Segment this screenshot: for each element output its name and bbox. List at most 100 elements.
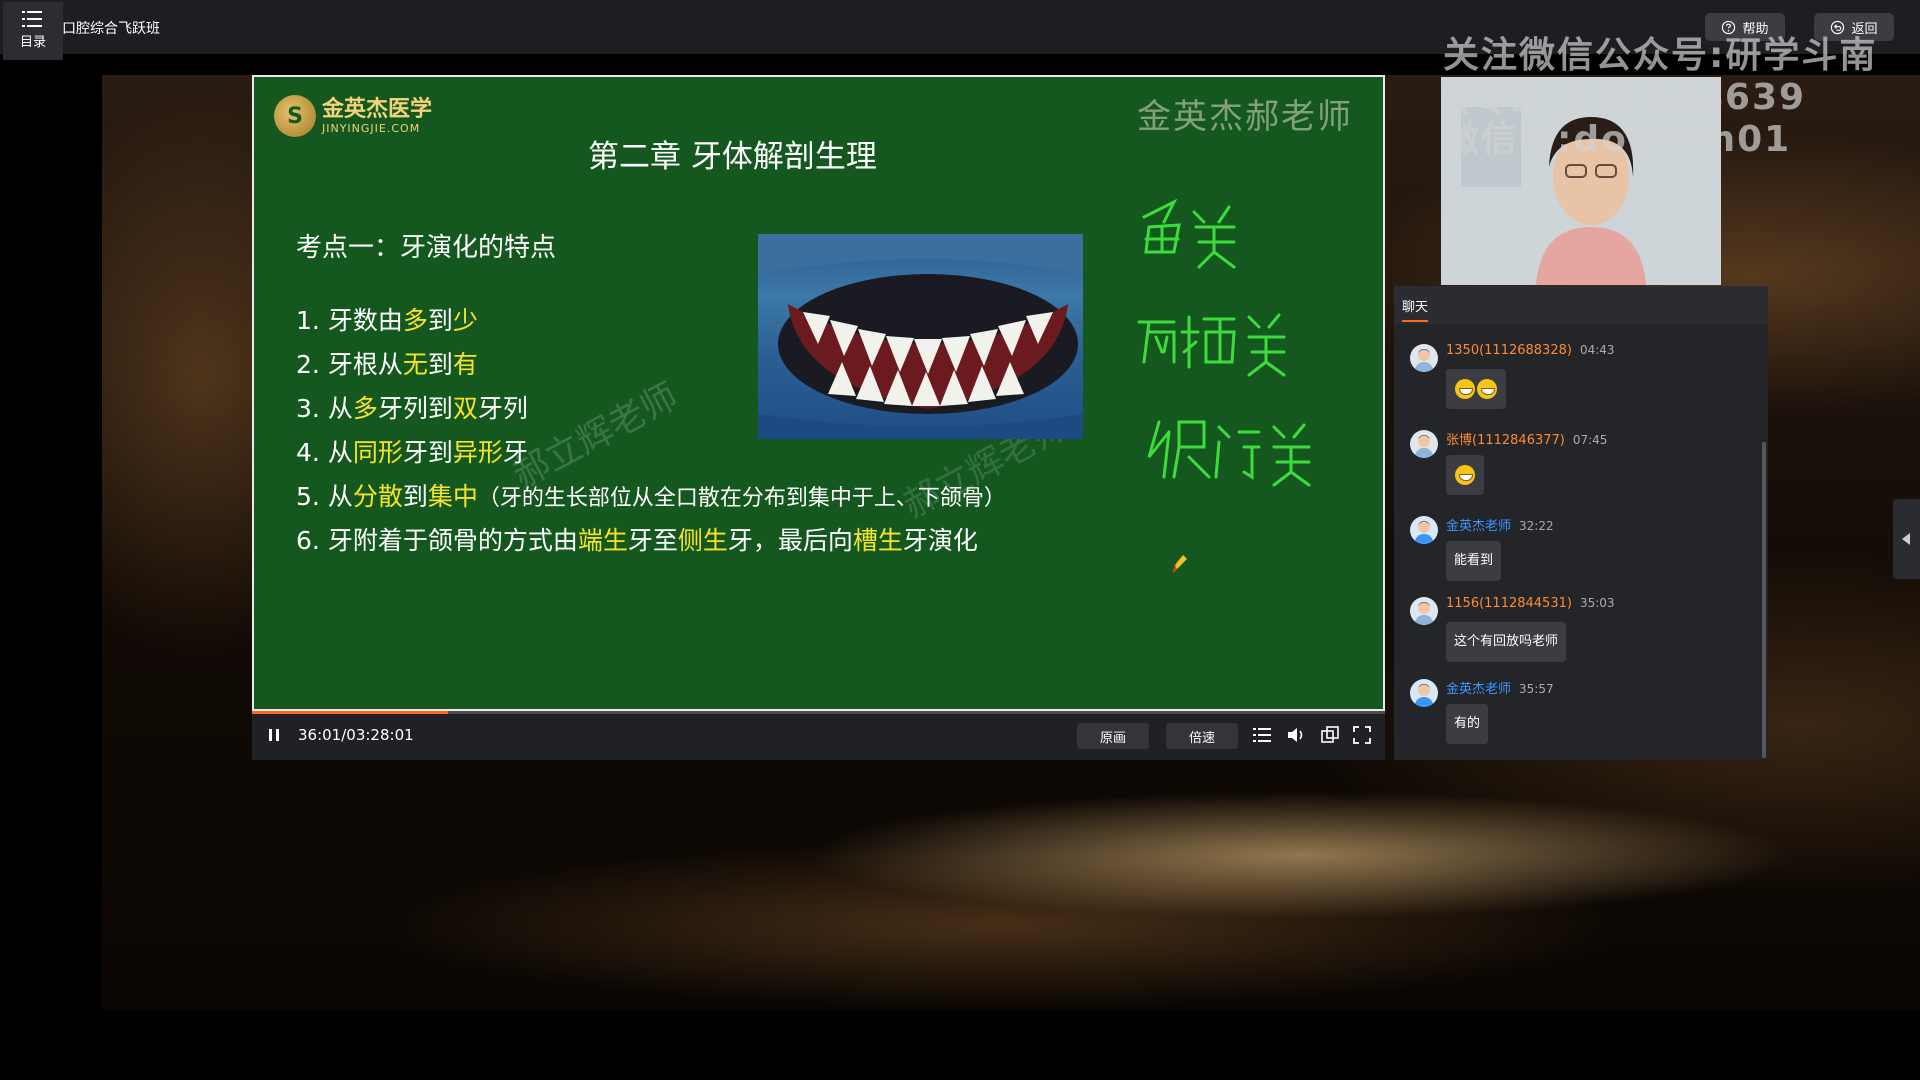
tab-active-indicator [1402, 320, 1428, 322]
key-point-text: 牙到 [402, 438, 453, 467]
progress-bar[interactable] [252, 711, 1385, 714]
promo-line: 关注微信公众号:研学斗南 [1443, 35, 1878, 76]
grin-emoji-icon [1455, 378, 1475, 399]
promo-line: QQ群:751484639 [1443, 77, 1807, 118]
logo-url: JINYINGJIE.COM [322, 121, 421, 135]
key-point-text: 牙至 [627, 526, 678, 555]
key-point-highlight: 分散 [352, 482, 403, 511]
chat-message-meta: 金英杰老师 35:57 [1446, 678, 1554, 697]
grin-emoji-icon [1477, 378, 1497, 399]
key-point-highlight: 同形 [352, 438, 403, 467]
chat-timestamp: 04:43 [1579, 343, 1615, 357]
key-point-text: 牙根从 [327, 350, 403, 379]
catalog-button[interactable]: 目录 [3, 2, 63, 60]
chat-scrollbar[interactable] [1762, 442, 1766, 758]
key-point-text: 从 [327, 394, 353, 423]
logo-name: 金英杰医学 [322, 96, 433, 122]
key-point-number: 3. [296, 394, 328, 423]
progress-fill [252, 711, 448, 714]
key-point-text: 到 [402, 482, 428, 511]
chat-timestamp: 35:03 [1579, 596, 1615, 610]
lecture-slide[interactable]: S 金英杰医学 JINYINGJIE.COM 金英杰郝老师 郝立辉老师 郝立辉老… [252, 75, 1385, 711]
promo-line: 微信号:dounan01 [1443, 119, 1792, 160]
chat-tab-label: 聊天 [1402, 300, 1429, 315]
shark-teeth-image [758, 234, 1083, 439]
quality-button[interactable]: 原画 [1077, 723, 1149, 749]
chat-sender-name[interactable]: 1350(1112688328) [1446, 343, 1572, 358]
key-point-highlight: 双 [452, 394, 478, 423]
fullscreen-icon[interactable] [1352, 725, 1372, 745]
key-point-text: 到 [427, 350, 453, 379]
chat-sender-name[interactable]: 金英杰老师 [1446, 682, 1511, 697]
key-point-number: 5. [296, 482, 328, 511]
avatar [1410, 516, 1438, 544]
pen-cursor-icon [1173, 555, 1187, 573]
key-point-number: 2. [296, 350, 328, 379]
avatar [1410, 344, 1438, 372]
course-title: 口腔综合飞跃班 [62, 21, 160, 37]
key-point-text: 牙 [502, 438, 528, 467]
brand-logo: S 金英杰医学 JINYINGJIE.COM [274, 95, 432, 137]
chat-bubble: 这个有回放吗老师 [1446, 622, 1567, 662]
key-point-text: 牙列到 [377, 394, 453, 423]
key-point-highlight: 多 [352, 394, 378, 423]
key-point-number: 4. [296, 438, 328, 467]
chat-timestamp: 35:57 [1519, 682, 1554, 696]
back-label: 返回 [1851, 21, 1878, 37]
help-label: 帮助 [1742, 21, 1769, 37]
avatar [1410, 597, 1438, 625]
key-point-highlight: 端生 [577, 526, 628, 555]
chat-message-meta: 1350(1112688328) 04:43 [1446, 343, 1615, 358]
handwritten-notes [1134, 197, 1334, 621]
screen: 口腔综合飞跃班 帮助 返回 目录 S 金英杰医学 JINYINGJIE.COM … [0, 0, 1920, 1080]
key-point-highlight: 侧生 [677, 526, 728, 555]
grin-emoji-icon [1455, 464, 1475, 485]
key-point-text: 牙附着于颌骨的方式由 [327, 526, 578, 555]
tab-chat[interactable]: 聊天 [1394, 286, 1768, 324]
chat-bubble: 有的 [1446, 704, 1489, 744]
key-point-highlight: 集中 [427, 482, 478, 511]
pause-icon[interactable] [266, 727, 282, 743]
chat-bubble [1446, 455, 1484, 495]
caret-left-icon [1902, 533, 1910, 545]
back-circle-icon [1831, 20, 1845, 34]
slide-watermark: 金英杰郝老师 [1137, 97, 1353, 137]
key-point-text: 牙数由 [327, 306, 403, 335]
key-point-text: 从 [327, 438, 353, 467]
key-point-text: 从 [327, 482, 353, 511]
logo-emblem-icon: S [274, 95, 316, 137]
speed-button[interactable]: 倍速 [1166, 723, 1238, 749]
key-point-heading: 考点一：牙演化的特点 [296, 233, 557, 263]
handwriting-reptile [1147, 420, 1311, 487]
chat-sender-name[interactable]: 张博(1112846377) [1446, 433, 1565, 448]
volume-icon[interactable] [1286, 725, 1306, 745]
key-point-highlight: 多 [402, 306, 428, 335]
handwriting-fish [1142, 198, 1236, 269]
player-control-bar: 36:01/03:28:01 原画 倍速 [252, 711, 1385, 760]
catalog-label: 目录 [19, 35, 46, 50]
chapter-title: 第二章 牙体解剖生理 [588, 139, 877, 175]
key-point-text: 牙，最后向 [727, 526, 853, 555]
key-point-highlight: 有 [452, 350, 478, 379]
list-icon [22, 11, 42, 27]
key-point-text: 牙演化 [902, 526, 978, 555]
question-circle-icon [1722, 20, 1736, 34]
key-point-number: 1. [296, 306, 328, 335]
collapse-panel-button[interactable] [1893, 499, 1920, 579]
handwriting-amphibian [1137, 313, 1286, 377]
playlist-icon[interactable] [1252, 725, 1272, 745]
picture-in-picture-icon[interactable] [1320, 725, 1340, 745]
playback-time: 36:01/03:28:01 [298, 726, 414, 744]
key-point-text: 到 [427, 306, 453, 335]
key-point-item: 5. 从分散到集中（牙的生长部位从全口散在分布到集中于上、下颌骨） [296, 475, 1006, 519]
key-point-highlight: 槽生 [852, 526, 903, 555]
chat-timestamp: 07:45 [1572, 433, 1608, 447]
key-point-highlight: 无 [402, 350, 428, 379]
promo-watermark: 关注微信公众号:研学斗南 QQ群:751484639 微信号:dounan01 [1443, 35, 1877, 161]
chat-timestamp: 32:22 [1519, 519, 1554, 533]
chat-panel: 聊天 1350(1112688328) 04:43 张博(1112846377) 07… [1394, 286, 1768, 760]
key-point-highlight: 少 [452, 306, 478, 335]
chat-sender-name[interactable]: 金英杰老师 [1446, 519, 1511, 534]
chat-sender-name[interactable]: 1156(1112844531) [1446, 596, 1572, 611]
chat-bubble [1446, 369, 1506, 409]
